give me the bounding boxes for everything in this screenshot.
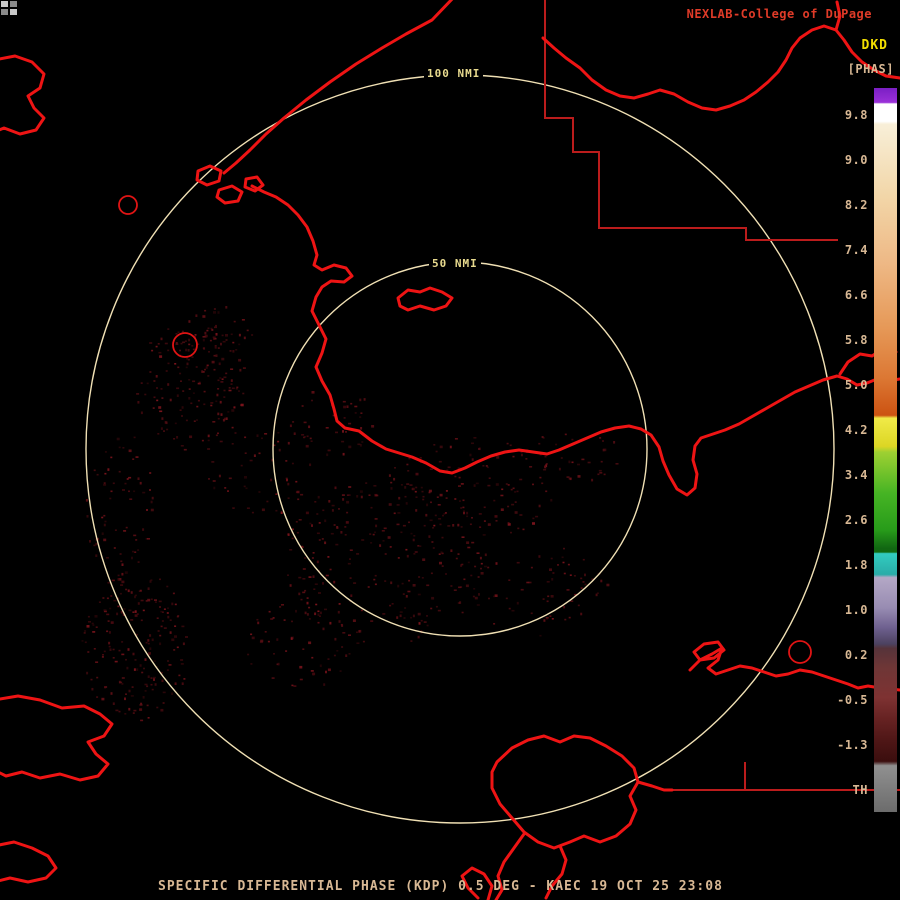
product-units: [PHAS]	[848, 62, 894, 76]
river-right-lower	[690, 642, 900, 690]
radar-display: 100 NMI 50 NMI NEXLAB-College of DuPage …	[0, 0, 900, 900]
shore-left-corner	[0, 842, 56, 882]
coastal-islands	[197, 166, 263, 203]
colorbar-tick-label: 5.0	[822, 378, 868, 392]
colorbar-tick-label: 9.8	[822, 108, 868, 122]
colorbar-tick-label: -0.5	[822, 693, 868, 707]
range-label-100nmi: 100 NMI	[424, 67, 483, 80]
coastline-upper-arc	[224, 0, 455, 173]
colorbar-tick-label: 1.0	[822, 603, 868, 617]
small-circle-feature	[789, 641, 811, 663]
coastlines	[0, 0, 900, 900]
shore-left-top	[0, 56, 44, 134]
small-lake-center	[398, 288, 452, 310]
coastline-main	[252, 186, 900, 495]
range-label-50nmi: 50 NMI	[429, 257, 481, 270]
range-rings	[86, 75, 834, 823]
nexlab-logo-icon	[0, 0, 18, 16]
colorbar-tick-label: 2.6	[822, 513, 868, 527]
colorbar	[874, 88, 897, 812]
lake-bottom-center	[462, 736, 672, 900]
radar-map-canvas	[0, 0, 900, 900]
product-caption: SPECIFIC DIFFERENTIAL PHASE (KDP) 0.5 DE…	[158, 879, 723, 894]
small-circle-feature	[119, 196, 137, 214]
range-ring-100nmi	[86, 75, 834, 823]
colorbar-tick-label: 8.2	[822, 198, 868, 212]
colorbar-tick-label: 9.0	[822, 153, 868, 167]
colorbar-tick-label: 6.6	[822, 288, 868, 302]
product-code: DKD	[862, 38, 888, 53]
colorbar-tick-label: 7.4	[822, 243, 868, 257]
brand-text: NEXLAB-College of DuPage	[687, 7, 872, 21]
colorbar-tick-label: 5.8	[822, 333, 868, 347]
shore-left-bottom	[0, 696, 112, 780]
colorbar-tick-label: -1.3	[822, 738, 868, 752]
range-ring-50nmi	[273, 262, 647, 636]
colorbar-tick-label: 3.4	[822, 468, 868, 482]
border-stepped-north	[545, 0, 838, 240]
colorbar-tick-label: 1.8	[822, 558, 868, 572]
colorbar-tick-label: TH	[822, 783, 868, 797]
echo-speckles	[82, 306, 619, 721]
colorbar-tick-label: 0.2	[822, 648, 868, 662]
colorbar-tick-label: 4.2	[822, 423, 868, 437]
